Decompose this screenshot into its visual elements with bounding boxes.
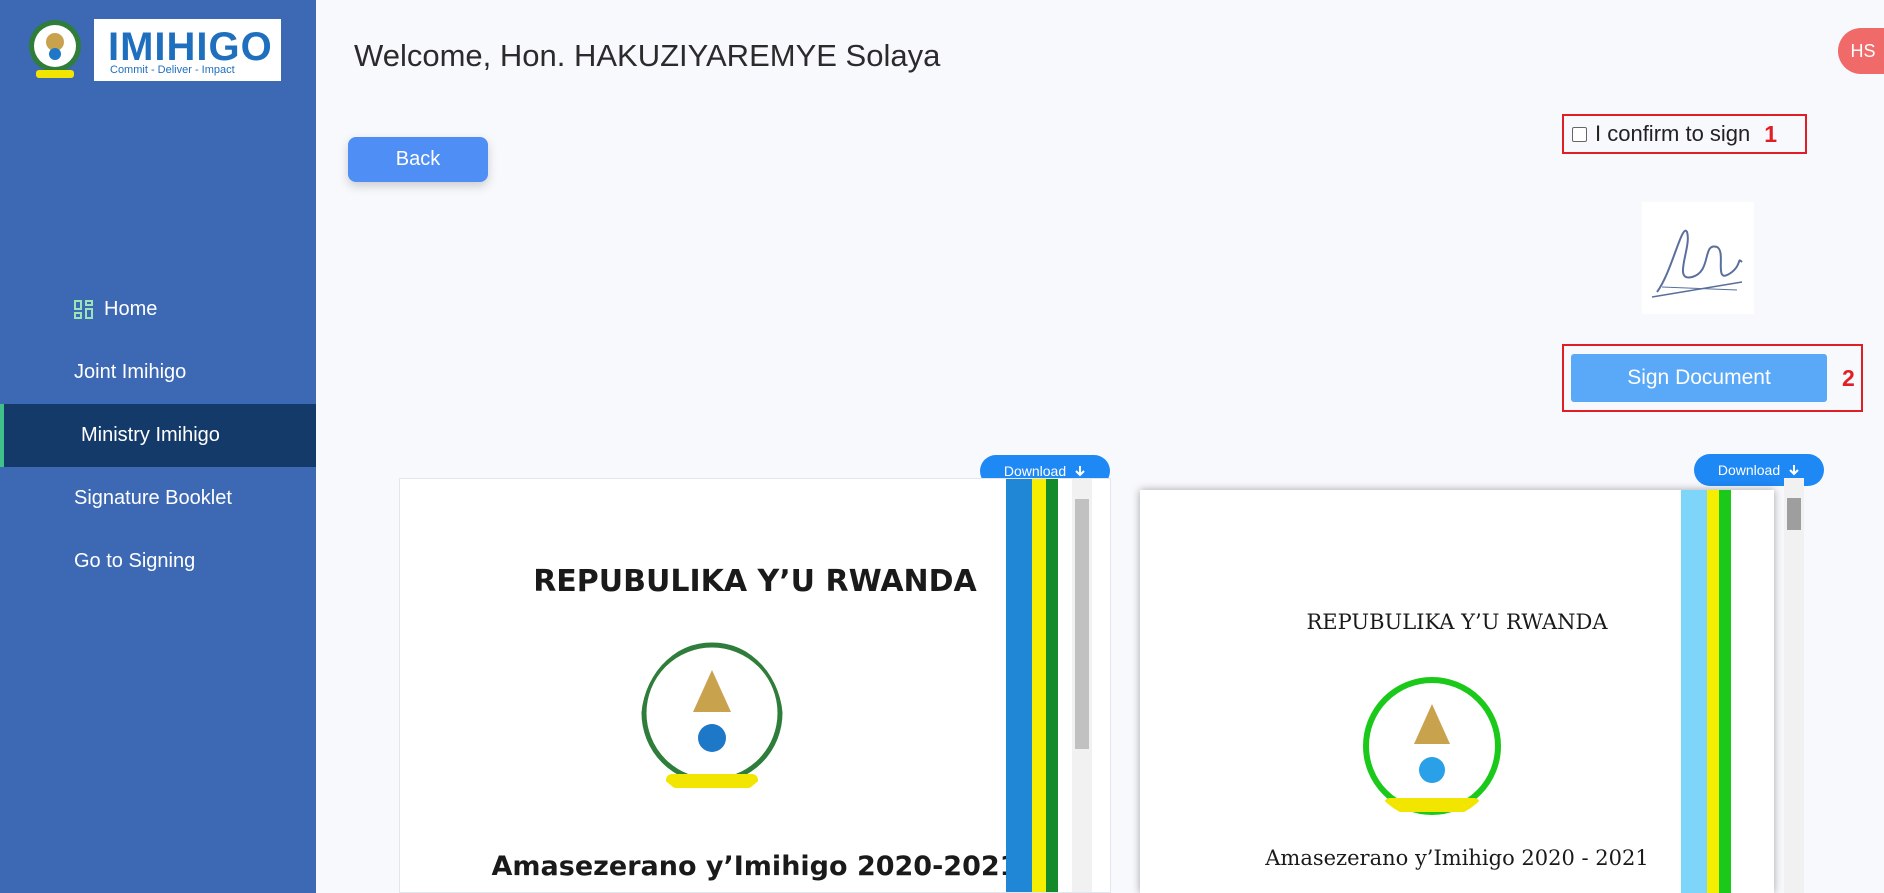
document-heading: REPUBULIKA Y’U RWANDA: [533, 564, 977, 599]
coat-of-arms-icon: [641, 642, 783, 788]
sidebar-item-label: Home: [104, 298, 158, 320]
flag-stripe-blue: [1006, 479, 1032, 892]
download-label: Download: [1003, 463, 1067, 479]
document-subtitle: Amasezerano y’Imihigo 2020 - 2021: [1265, 846, 1649, 870]
sign-document-button[interactable]: Sign Document: [1571, 354, 1827, 402]
avatar[interactable]: HS: [1838, 28, 1884, 74]
flag-stripe-yellow: [1707, 490, 1719, 893]
sidebar-item-joint-imihigo[interactable]: Joint Imihigo: [0, 341, 316, 404]
sidebar-item-signature-booklet[interactable]: Signature Booklet: [0, 467, 316, 530]
sidebar-item-label: Signature Booklet: [74, 487, 232, 509]
sidebar-item-ministry-imihigo[interactable]: Ministry Imihigo: [0, 404, 316, 467]
sidebar-item-home[interactable]: Home: [0, 278, 316, 341]
document-preview[interactable]: REPUBULIKA Y’U RWANDA Amasezerano y’Imih…: [1140, 490, 1774, 893]
sign-document-area: Sign Document 2: [1562, 344, 1863, 412]
sidebar-item-label: Joint Imihigo: [74, 361, 187, 383]
scrollbar-thumb[interactable]: [1075, 499, 1089, 749]
scrollbar[interactable]: [1072, 479, 1092, 892]
logo-area: IMIHIGO Commit - Deliver - Impact: [26, 16, 281, 84]
confirm-sign-checkbox[interactable]: [1572, 126, 1587, 142]
download-button[interactable]: Download: [1694, 454, 1824, 486]
flag-stripe-green: [1719, 490, 1731, 893]
download-label: Download: [1717, 462, 1781, 478]
flag-stripe-green: [1046, 479, 1058, 892]
annotation-marker-1: 1: [1764, 120, 1778, 147]
sidebar-item-label: Ministry Imihigo: [81, 424, 220, 446]
flag-stripe-blue: [1681, 490, 1707, 893]
back-button[interactable]: Back: [348, 137, 488, 182]
sidebar: IMIHIGO Commit - Deliver - Impact Home J…: [0, 0, 316, 893]
confirm-sign-label[interactable]: I confirm to sign: [1595, 121, 1750, 147]
download-arrow-icon: [1789, 465, 1799, 476]
flag-stripe-yellow: [1032, 479, 1046, 892]
scrollbar[interactable]: [1784, 478, 1804, 893]
document-subtitle: Amasezerano y’Imihigo 2020-2021: [491, 851, 1019, 882]
coat-of-arms-icon: [1363, 677, 1501, 815]
confirm-sign-area: I confirm to sign 1: [1562, 114, 1807, 154]
sidebar-item-label: Go to Signing: [74, 550, 196, 572]
dashboard-icon: [74, 299, 94, 320]
download-arrow-icon: [1075, 466, 1085, 477]
brand-tagline: Commit - Deliver - Impact: [110, 64, 235, 76]
document-heading: REPUBULIKA Y’U RWANDA: [1306, 610, 1608, 634]
annotation-marker-2: 2: [1842, 364, 1855, 391]
page-title: Welcome, Hon. HAKUZIYAREMYE Solaya: [354, 38, 941, 73]
imihigo-logo: IMIHIGO Commit - Deliver - Impact: [94, 19, 281, 81]
rwanda-emblem-icon: [29, 20, 81, 78]
signature-image: [1642, 202, 1754, 314]
scrollbar-thumb[interactable]: [1787, 498, 1801, 530]
sidebar-nav: Home Joint Imihigo Ministry Imihigo Sign…: [0, 278, 316, 593]
document-preview[interactable]: REPUBULIKA Y’U RWANDA Amasezerano y’Imih…: [399, 478, 1111, 893]
sidebar-item-go-to-signing[interactable]: Go to Signing: [0, 530, 316, 593]
